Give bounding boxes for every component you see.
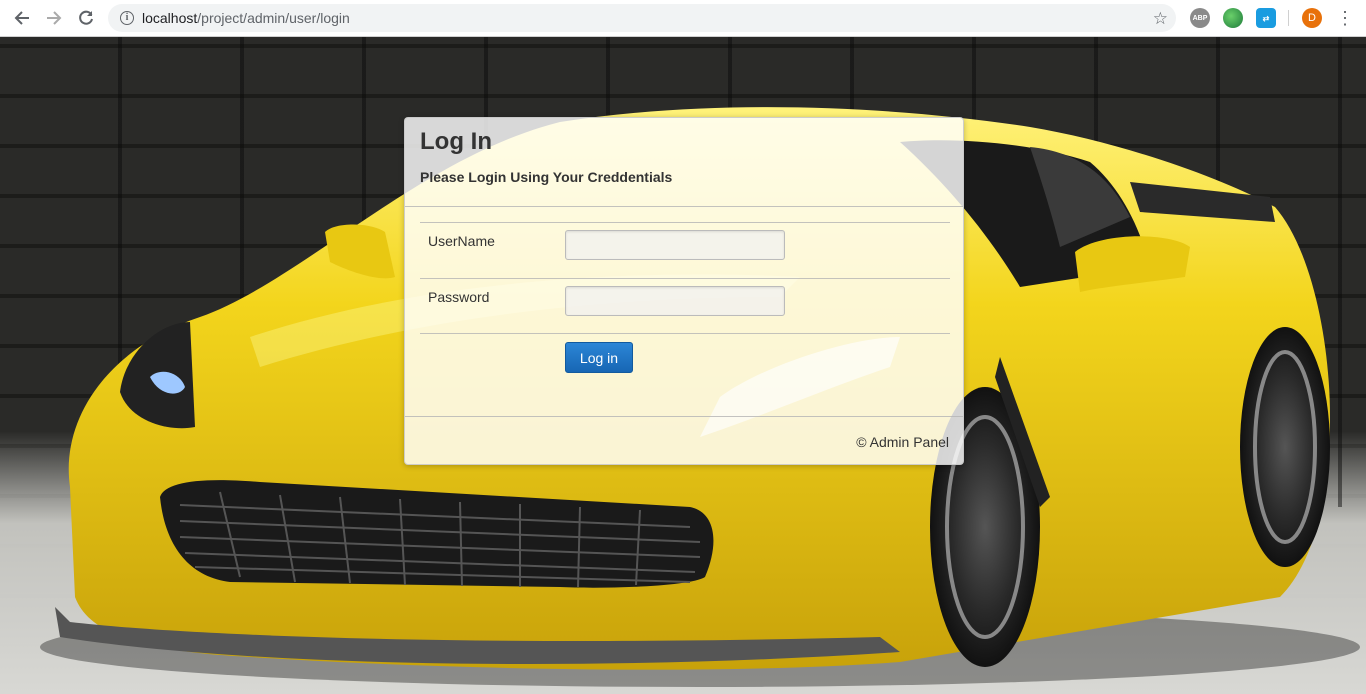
username-input[interactable] — [565, 230, 785, 260]
translate-extension-icon[interactable]: ⇄ — [1256, 8, 1276, 28]
login-subtitle: Please Login Using Your Creddentials — [420, 169, 673, 185]
row-divider — [420, 278, 950, 279]
login-button[interactable]: Log in — [565, 342, 633, 373]
url-text: localhost/project/admin/user/login — [142, 10, 350, 26]
row-divider — [420, 222, 950, 223]
reload-icon[interactable] — [70, 2, 102, 34]
info-icon[interactable]: i — [120, 11, 134, 25]
page-title: Log In — [420, 128, 492, 155]
browser-menu-icon[interactable]: ⋮ — [1336, 6, 1354, 30]
footer-text: © Admin Panel — [856, 434, 949, 450]
header-divider — [405, 206, 963, 207]
toolbar-separator — [1288, 10, 1289, 26]
back-icon[interactable] — [6, 2, 38, 34]
profile-avatar[interactable]: D — [1302, 8, 1322, 28]
password-input[interactable] — [565, 286, 785, 316]
forward-icon[interactable] — [38, 2, 70, 34]
adblock-extension-icon[interactable]: ABP — [1190, 8, 1210, 28]
footer-divider — [405, 416, 963, 417]
row-divider — [420, 333, 950, 334]
address-bar[interactable]: i localhost/project/admin/user/login ☆ — [108, 4, 1176, 32]
bookmark-star-icon[interactable]: ☆ — [1153, 9, 1168, 29]
password-label: Password — [428, 289, 490, 305]
globe-extension-icon[interactable] — [1223, 8, 1243, 28]
browser-toolbar: i localhost/project/admin/user/login ☆ A… — [0, 0, 1366, 37]
login-panel: Log In Please Login Using Your Creddenti… — [404, 117, 964, 465]
username-label: UserName — [428, 233, 495, 249]
